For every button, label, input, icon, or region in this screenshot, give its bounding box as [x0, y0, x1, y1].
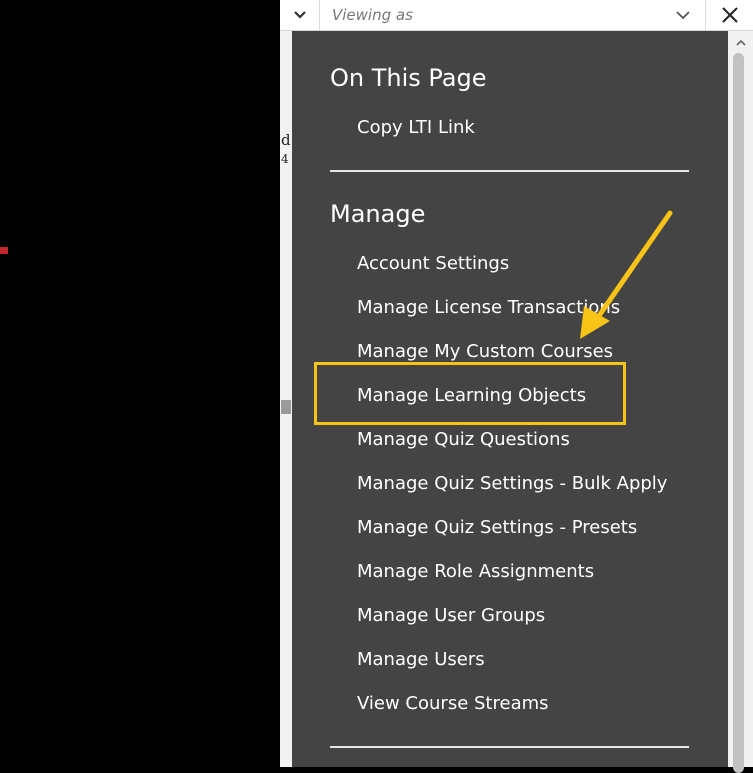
panel-scrollbar[interactable]	[728, 31, 753, 773]
section-title-on-this-page: On This Page	[330, 64, 487, 92]
top-bar: Viewing as	[280, 0, 753, 31]
menu-item-manage-quiz-settings-bulk-apply[interactable]: Manage Quiz Settings - Bulk Apply	[357, 473, 667, 494]
section-divider	[330, 170, 689, 172]
menu-item-manage-role-assignments[interactable]: Manage Role Assignments	[357, 561, 594, 582]
section-divider	[330, 746, 689, 748]
background-page-strip	[280, 0, 292, 767]
viewing-as-placeholder: Viewing as	[332, 6, 413, 24]
collapse-toggle-button[interactable]	[280, 0, 320, 30]
chevron-down-icon	[293, 11, 306, 19]
background-fragment-char: d	[281, 131, 291, 149]
menu-item-account-settings[interactable]: Account Settings	[357, 253, 509, 274]
background-fragment-block	[281, 400, 291, 414]
scrollbar-thumb[interactable]	[733, 53, 744, 773]
menu-item-manage-quiz-questions[interactable]: Manage Quiz Questions	[357, 429, 570, 450]
menu-item-manage-users[interactable]: Manage Users	[357, 649, 485, 670]
menu-item-view-course-streams[interactable]: View Course Streams	[357, 693, 549, 714]
menu-item-manage-quiz-settings-presets[interactable]: Manage Quiz Settings - Presets	[357, 517, 637, 538]
annotation-arrow-icon	[580, 210, 673, 339]
highlight-box	[314, 362, 626, 425]
menu-item-copy-lti-link[interactable]: Copy LTI Link	[357, 117, 475, 138]
viewing-as-select[interactable]: Viewing as	[320, 0, 690, 30]
close-button[interactable]	[706, 0, 753, 30]
background-page	[0, 0, 280, 767]
select-chevron-down-icon	[663, 0, 703, 30]
menu-item-manage-user-groups[interactable]: Manage User Groups	[357, 605, 545, 626]
background-fragment-char: 4	[281, 152, 289, 166]
scroll-up-arrow-icon[interactable]	[728, 33, 753, 51]
background-red-mark	[0, 247, 8, 254]
section-title-manage: Manage	[330, 200, 426, 228]
close-icon	[721, 7, 738, 23]
